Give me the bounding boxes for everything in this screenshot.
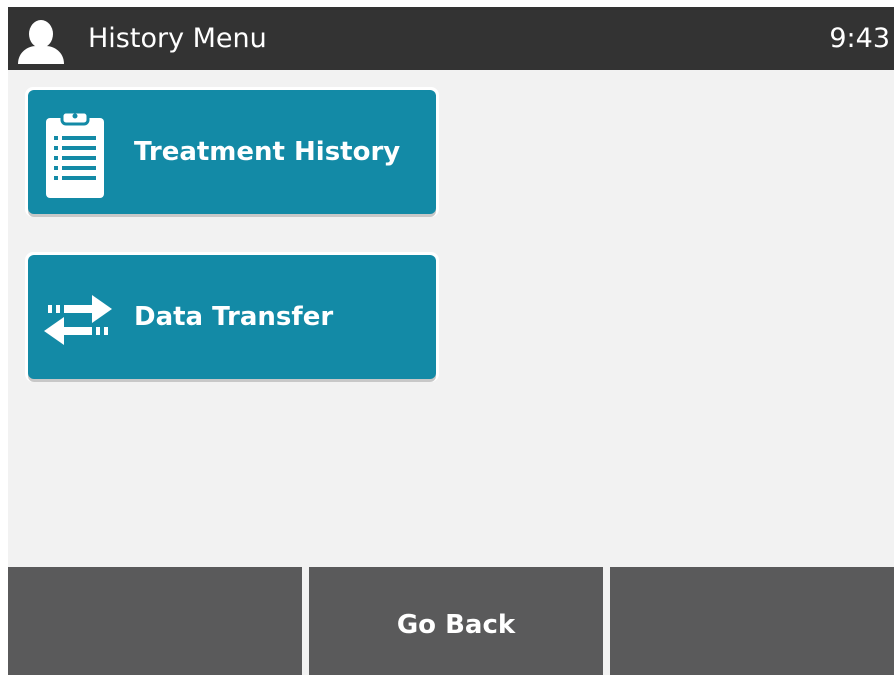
footer-left-button[interactable] bbox=[8, 567, 302, 675]
footer-bar: Go Back bbox=[8, 567, 894, 675]
device-screen: History Menu 9:43 Treatment History Data… bbox=[8, 7, 894, 675]
treatment-history-button[interactable]: Treatment History bbox=[25, 87, 439, 217]
page-title: History Menu bbox=[88, 23, 267, 54]
go-back-button[interactable]: Go Back bbox=[309, 567, 603, 675]
transfer-arrows-icon bbox=[44, 295, 112, 345]
clock-display: 9:43 bbox=[829, 23, 890, 54]
data-transfer-button-face[interactable]: Data Transfer bbox=[28, 255, 436, 379]
data-transfer-label: Data Transfer bbox=[134, 302, 334, 332]
footer-right-button[interactable] bbox=[610, 567, 894, 675]
treatment-history-label: Treatment History bbox=[134, 137, 401, 167]
user-icon bbox=[18, 20, 64, 64]
clipboard-icon bbox=[46, 110, 104, 198]
treatment-history-button-face[interactable]: Treatment History bbox=[28, 90, 436, 214]
data-transfer-button[interactable]: Data Transfer bbox=[25, 252, 439, 382]
header-bar: History Menu 9:43 bbox=[8, 7, 894, 70]
